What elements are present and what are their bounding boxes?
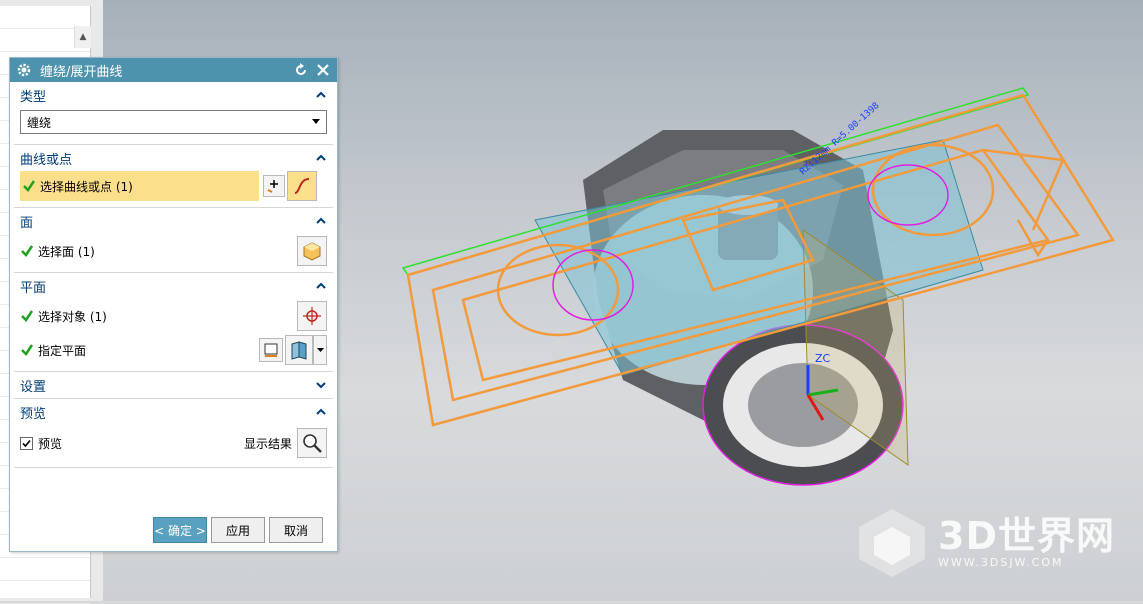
section-type: 类型 缠绕 (14, 82, 333, 145)
checkmark-icon (23, 180, 36, 192)
dialog-title: 缠绕/展开曲线 (40, 64, 123, 80)
specify-plane-label: 指定平面 (38, 343, 87, 358)
checkmark-icon (21, 310, 34, 322)
close-icon[interactable] (315, 62, 331, 78)
plane-type-dropdown[interactable] (313, 335, 327, 365)
section-face-header[interactable]: 面 (14, 208, 333, 234)
point-dialog-icon (267, 180, 278, 193)
checkmark-icon (21, 344, 34, 356)
section-plane: 平面 选择对象 (1) 指定平面 (14, 273, 333, 372)
add-point-button[interactable] (263, 175, 285, 197)
wrap-unwrap-curve-dialog: 缠绕/展开曲线 类型 缠绕 曲线或点 选择曲线或点 (1) 面 选择面 (1) … (9, 57, 338, 552)
ok-button[interactable]: < 确定 > (153, 517, 207, 543)
chevron-down-icon (316, 382, 326, 389)
spline-curve-icon (294, 178, 310, 194)
section-preview-label: 预览 (20, 406, 47, 422)
select-object-button[interactable] (297, 301, 327, 331)
chevron-up-icon (316, 282, 326, 289)
section-curve: 曲线或点 选择曲线或点 (1) (14, 145, 333, 208)
reset-icon[interactable] (293, 62, 309, 78)
select-face-row[interactable]: 选择面 (1) (20, 234, 327, 268)
section-preview-header[interactable]: 预览 (14, 399, 333, 425)
watermark-brand: 3D世界网 (938, 514, 1115, 558)
show-result-button[interactable] (297, 428, 327, 458)
section-settings-header[interactable]: 设置 (14, 372, 333, 398)
section-plane-label: 平面 (20, 280, 47, 296)
select-curve-row[interactable]: 选择曲线或点 (1) (20, 171, 259, 201)
scroll-up-icon[interactable]: ▲ (74, 26, 91, 48)
type-dropdown-value: 缠绕 (27, 115, 52, 130)
chevron-down-icon (312, 119, 320, 124)
section-face-label: 面 (20, 215, 34, 231)
section-type-header[interactable]: 类型 (14, 82, 333, 108)
chevron-up-icon (316, 217, 326, 224)
dialog-footer: < 确定 > 应用 取消 (10, 509, 337, 551)
select-curve-label: 选择曲线或点 (1) (40, 179, 133, 194)
section-settings: 设置 (14, 372, 333, 399)
datum-plane-icon (291, 341, 307, 360)
chevron-down-icon (316, 347, 324, 352)
show-result-label: 显示结果 (243, 436, 292, 451)
cube-logo-icon (859, 509, 925, 577)
preview-checkbox-label: 预览 (38, 436, 63, 451)
section-settings-label: 设置 (20, 379, 47, 395)
cube-face-icon (303, 242, 321, 261)
section-type-label: 类型 (20, 89, 47, 105)
gear-icon (17, 63, 31, 77)
preview-checkbox[interactable] (20, 436, 33, 450)
plane-dialog-icon (264, 343, 278, 357)
crosshair-icon (303, 307, 321, 325)
apply-button[interactable]: 应用 (211, 517, 265, 543)
select-object-label: 选择对象 (1) (38, 309, 107, 324)
chevron-up-icon (316, 408, 326, 415)
select-object-row[interactable]: 选择对象 (1) (20, 299, 327, 333)
dialog-titlebar: 缠绕/展开曲线 (10, 58, 337, 82)
section-face: 面 选择面 (1) (14, 208, 333, 273)
magnifier-icon (303, 434, 322, 453)
axis-label-zc: ZC (815, 352, 831, 365)
section-plane-header[interactable]: 平面 (14, 273, 333, 299)
plane-dialog-button[interactable] (259, 338, 283, 362)
type-dropdown[interactable]: 缠绕 (20, 110, 327, 134)
section-curve-label: 曲线或点 (20, 152, 73, 168)
checkmark-icon (21, 245, 34, 257)
specify-plane-row[interactable]: 指定平面 (20, 333, 327, 367)
curve-type-button[interactable] (287, 171, 317, 201)
section-curve-header[interactable]: 曲线或点 (14, 145, 333, 171)
cancel-button[interactable]: 取消 (269, 517, 323, 543)
select-face-button[interactable] (297, 236, 327, 266)
chevron-up-icon (316, 91, 326, 98)
section-preview: 预览 预览 显示结果 (14, 399, 333, 468)
select-face-label: 选择面 (1) (38, 244, 95, 259)
chevron-up-icon (316, 154, 326, 161)
watermark: 3D世界网 WWW.3DSJW.COM (855, 505, 1115, 580)
plane-type-button[interactable] (285, 335, 313, 365)
